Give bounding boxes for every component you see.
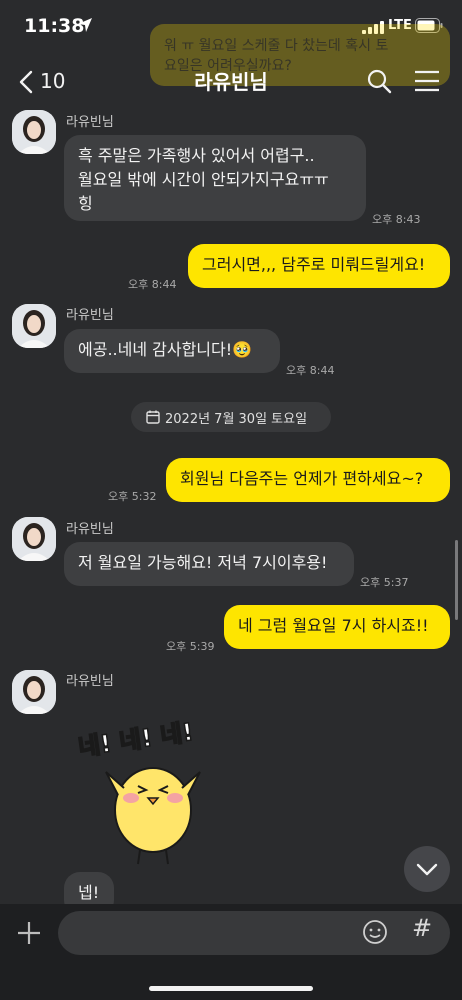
outgoing-message[interactable]: 네 그럼 월요일 7시 하시죠!! [224,605,450,649]
location-arrow-icon [78,18,92,32]
plus-icon[interactable] [16,920,42,946]
outgoing-message[interactable]: 회원님 다음주는 언제가 편하세요~? [166,458,450,502]
emoji-icon[interactable] [362,919,388,945]
date-divider-text: 2022년 7월 30일 토요일 [165,412,308,427]
message-time: 오후 5:32 [108,490,157,503]
home-indicator [149,986,313,991]
chevron-down-icon [416,863,438,876]
scrollbar[interactable] [455,540,458,620]
date-divider: 2022년 7월 30일 토요일 [131,402,331,432]
search-icon[interactable] [366,68,392,94]
chick-sticker[interactable]: 네! 네! 네! [68,700,238,870]
sender-name: 라유빈님 [66,115,114,130]
sender-name: 라유빈님 [66,522,114,537]
menu-icon[interactable] [414,70,440,92]
incoming-message[interactable]: 흑 주말은 가족행사 있어서 어렵구.. 월요일 밖에 시간이 안되가지구요ㅠㅠ… [64,135,366,221]
avatar[interactable] [12,110,56,154]
avatar[interactable] [12,517,56,561]
chat-header: 10 라유빈님 [0,50,462,112]
sticker-text: 네! 네! 네! [76,718,195,762]
scroll-to-bottom-button[interactable] [404,846,450,892]
incoming-message[interactable]: 에공..네네 감사합니다!🥹 [64,329,280,373]
hash-icon[interactable]: # [412,914,432,942]
sender-name: 라유빈님 [66,308,114,323]
message-time: 오후 8:44 [286,364,335,377]
outgoing-message[interactable]: 그러시면,,, 담주로 미뤄드릴게요! [188,244,450,288]
incoming-message[interactable]: 저 월요일 가능해요! 저녁 7시이후용! [64,542,354,586]
message-input[interactable] [58,911,450,955]
calendar-icon [146,410,160,424]
sender-name: 라유빈님 [66,674,114,689]
status-time: 11:38 [24,15,85,37]
avatar[interactable] [12,304,56,348]
chat-title: 라유빈님 [194,70,268,94]
message-time: 오후 8:44 [128,278,177,291]
message-time: 오후 5:39 [166,640,215,653]
message-time: 오후 8:43 [372,213,421,226]
avatar[interactable] [12,670,56,714]
message-time: 오후 5:37 [360,576,409,589]
